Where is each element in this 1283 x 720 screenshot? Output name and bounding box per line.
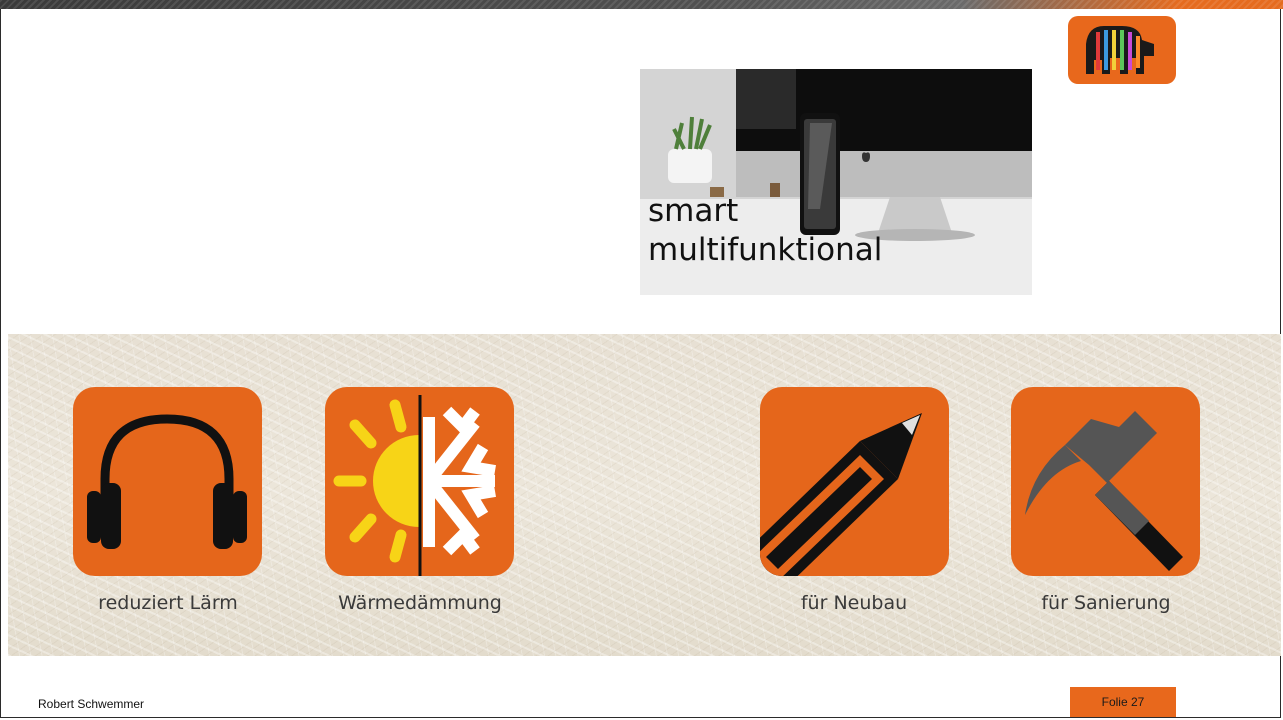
feature-label-noise: reduziert Lärm	[98, 592, 238, 614]
caption-line-multifunktional: multifunktional	[648, 232, 883, 268]
feature-tile-newbuild	[760, 387, 949, 576]
footer-author: Robert Schwemmer	[38, 697, 145, 711]
pencil-icon	[760, 413, 922, 576]
feature-label-renovation: für Sanierung	[1041, 592, 1171, 614]
headphones-icon	[87, 414, 247, 549]
caption-line-smart: smart	[648, 193, 739, 229]
sun-snowflake-icon	[333, 395, 496, 576]
slide-number-badge: Folie 27	[1070, 687, 1176, 717]
top-decoration-stripes	[0, 0, 1283, 9]
brand-logo	[1068, 16, 1176, 84]
hammer-icon	[1025, 411, 1183, 571]
feature-label-insulation: Wärmedämmung	[338, 592, 502, 614]
feature-tile-noise	[73, 387, 262, 576]
feature-tile-renovation	[1011, 387, 1200, 576]
feature-label-newbuild: für Neubau	[800, 592, 908, 614]
photo-caption: smart multifunktional	[648, 192, 1028, 270]
feature-tile-insulation	[325, 387, 514, 576]
elephant-logo-icon	[1086, 26, 1154, 74]
